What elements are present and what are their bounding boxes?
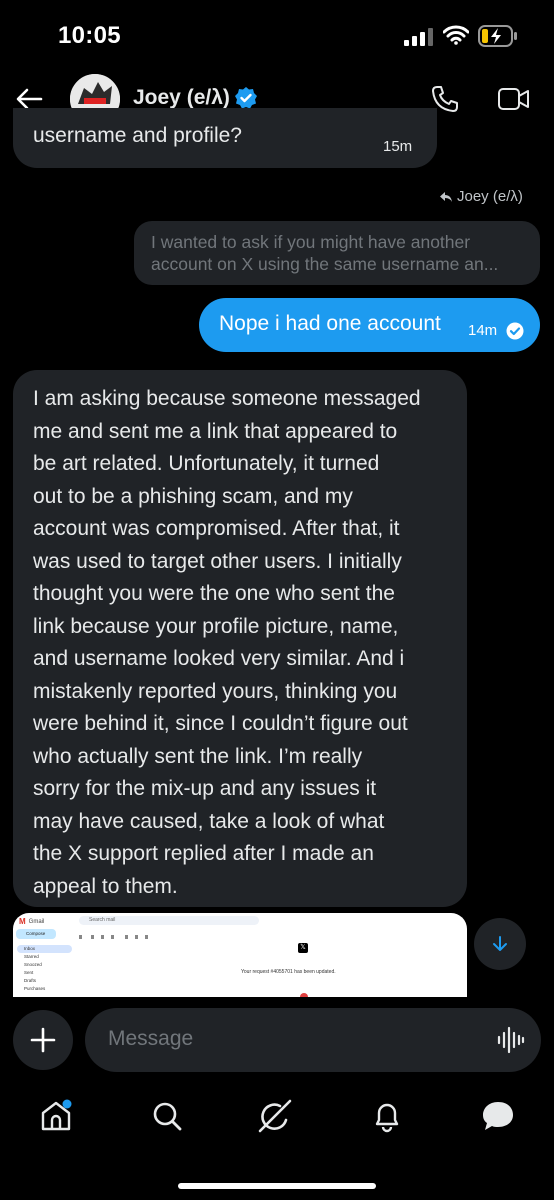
reply-arrow-icon — [440, 191, 452, 202]
nav-notifications[interactable] — [369, 1098, 405, 1134]
quoted-message-text: I wanted to ask if you might have anothe… — [151, 232, 499, 274]
read-receipt-icon — [506, 322, 524, 340]
reply-indicator: Joey (e/λ) — [439, 188, 523, 205]
status-time: 10:05 — [58, 22, 121, 49]
cellular-signal-icon — [404, 28, 434, 51]
video-call-button[interactable] — [497, 86, 531, 117]
scroll-to-bottom-button[interactable] — [474, 918, 526, 970]
gmail-compose: Compose — [16, 929, 56, 939]
gmail-folders: Inbox Starred Snoozed Sent Drafts Purcha… — [17, 945, 72, 994]
message-bubble-icon — [483, 1102, 513, 1130]
gmail-logo: M Gmail — [19, 917, 45, 926]
grok-icon — [258, 1099, 292, 1133]
nav-messages[interactable] — [480, 1098, 516, 1134]
message-timestamp: 15m — [383, 138, 413, 155]
nav-home[interactable] — [38, 1098, 74, 1134]
message-input-placeholder: Message — [108, 1027, 194, 1050]
video-icon — [498, 88, 529, 110]
message-timestamp: 14m — [468, 322, 498, 339]
nav-search[interactable] — [149, 1098, 185, 1134]
battery-charging-icon — [478, 25, 518, 52]
plus-icon — [30, 1027, 56, 1053]
message-text: I am asking because someone messaged me a… — [33, 387, 421, 898]
search-icon — [153, 1102, 182, 1131]
gmail-search: Search mail — [79, 916, 259, 925]
gmail-toolbar — [79, 927, 159, 939]
contact-name[interactable]: Joey (e/λ) — [133, 86, 230, 110]
image-attachment[interactable]: M Gmail Search mail Compose Inbox Starred… — [13, 913, 467, 997]
home-icon — [41, 1099, 72, 1131]
nav-grok[interactable] — [257, 1098, 293, 1134]
voice-message-button[interactable] — [497, 1026, 525, 1059]
message-text: Nope i had one account — [219, 312, 441, 335]
bell-icon — [375, 1103, 399, 1133]
reply-to-name: Joey (e/λ) — [457, 188, 523, 205]
message-text: username and profile? — [33, 124, 242, 147]
add-attachment-button[interactable] — [13, 1010, 73, 1070]
x-logo-icon: 𝕏 — [298, 943, 308, 953]
home-indicator — [178, 1183, 376, 1189]
audio-wave-icon — [497, 1026, 525, 1054]
avatar — [300, 993, 308, 997]
gmail-notice: Your request #4055701 has been updated. — [241, 969, 336, 975]
wifi-icon — [442, 25, 470, 50]
arrow-down-icon — [493, 936, 507, 951]
